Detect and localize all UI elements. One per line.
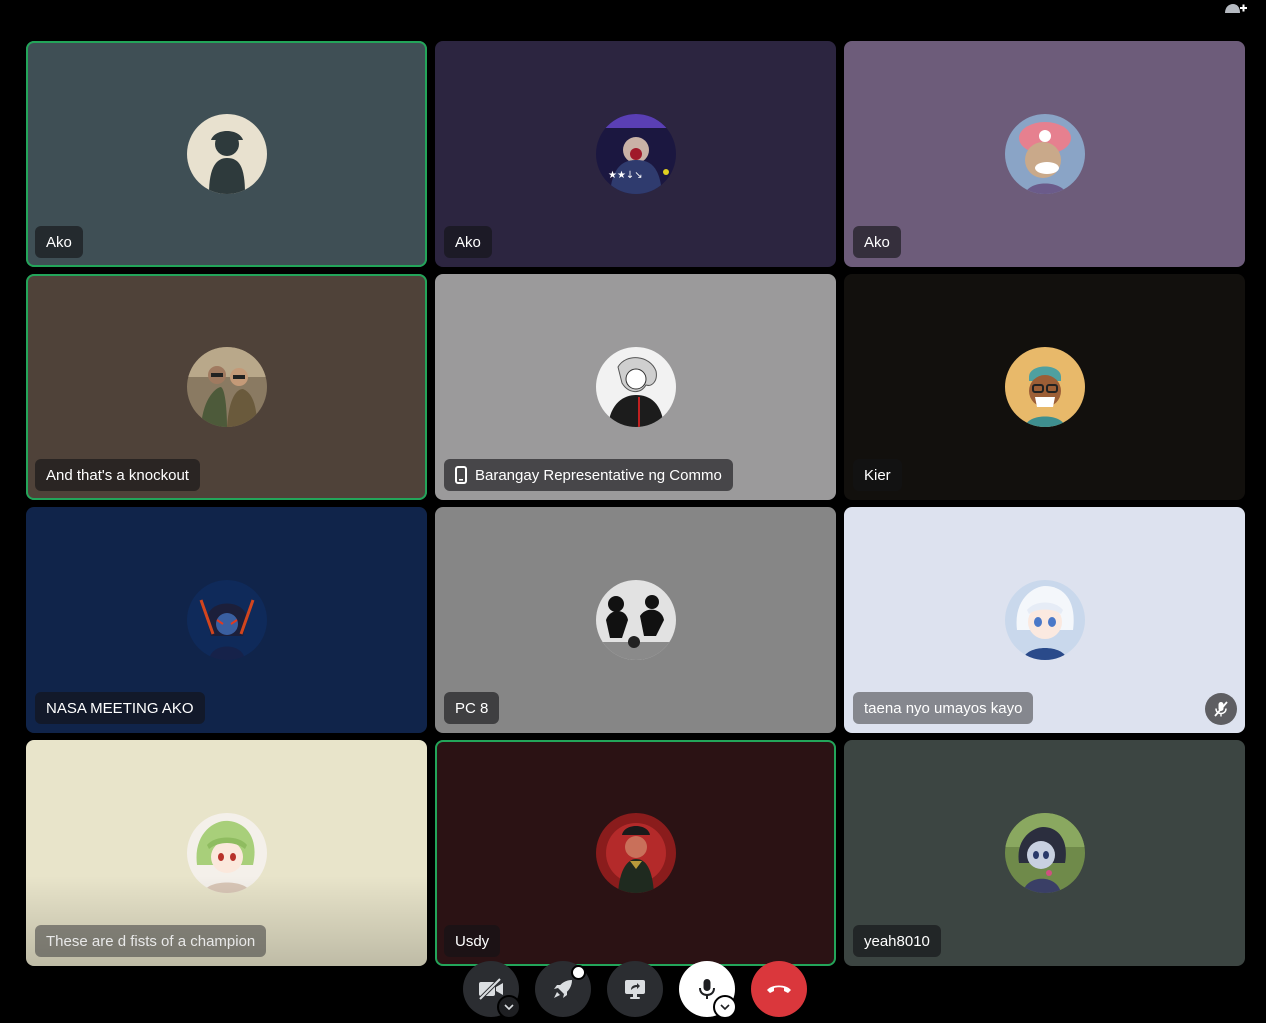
- activities-button[interactable]: [535, 961, 591, 1017]
- participant-name: taena nyo umayos kayo: [864, 699, 1023, 717]
- participant-name-tag: Ako: [35, 226, 83, 258]
- chevron-down-icon[interactable]: [497, 995, 521, 1019]
- participant-name-tag: taena nyo umayos kayo: [853, 692, 1034, 724]
- avatar-red-character: [595, 813, 676, 893]
- participant-grid: Ako ★★↓↘ Ako Ako And that's a knockout B…: [26, 41, 1245, 966]
- hang-up-icon: [767, 985, 791, 993]
- avatar-black-white: [595, 580, 676, 660]
- microphone-button[interactable]: [679, 961, 737, 1019]
- rocket-icon: [554, 980, 572, 998]
- mobile-phone-icon: [455, 466, 467, 484]
- avatar-silhouette: [186, 114, 267, 194]
- participant-tile[interactable]: Usdy: [435, 740, 836, 966]
- participant-name-tag: Barangay Representative ng Commo: [444, 459, 733, 491]
- participant-name: Kier: [864, 466, 891, 484]
- avatar-group-photo: [186, 347, 267, 427]
- participant-name: yeah8010: [864, 932, 930, 950]
- participant-name: PC 8: [455, 699, 489, 717]
- participant-tile[interactable]: ★★↓↘ Ako: [435, 41, 836, 267]
- participant-name-tag: Kier: [853, 459, 902, 491]
- chevron-down-icon[interactable]: [713, 995, 737, 1019]
- participant-name-tag: yeah8010: [853, 925, 941, 957]
- disconnect-button[interactable]: [751, 961, 807, 1017]
- camera-off-icon: [478, 978, 503, 1000]
- avatar-blue-character: [186, 580, 267, 660]
- participant-name: And that's a knockout: [46, 466, 189, 484]
- muted-microphone-icon: [1205, 693, 1237, 725]
- screen-share-icon: [625, 980, 645, 999]
- microphone-icon: [699, 979, 715, 999]
- participant-name: These are d fists of a champion: [46, 932, 256, 950]
- svg-text:★★↓↘: ★★↓↘: [608, 170, 643, 181]
- participant-tile[interactable]: Ako: [844, 41, 1245, 267]
- participant-tile[interactable]: NASA MEETING AKO: [26, 507, 427, 733]
- participant-name-tag: PC 8: [444, 692, 500, 724]
- share-screen-button[interactable]: [607, 961, 663, 1017]
- participant-name-tag: Usdy: [444, 925, 501, 957]
- participant-name: NASA MEETING AKO: [46, 699, 194, 717]
- participant-name-tag: Ako: [853, 226, 901, 258]
- avatar-anime-white-hair: [1004, 580, 1085, 660]
- participant-tile[interactable]: Ako: [26, 41, 427, 267]
- participant-tile[interactable]: And that's a knockout: [26, 274, 427, 500]
- participant-tile[interactable]: PC 8: [435, 507, 836, 733]
- call-controls: [463, 961, 807, 1019]
- participant-tile[interactable]: taena nyo umayos kayo: [844, 507, 1245, 733]
- participant-name-tag: These are d fists of a champion: [35, 925, 267, 957]
- participant-name-tag: Ako: [444, 226, 492, 258]
- add-user-icon[interactable]: [1222, 0, 1248, 16]
- camera-off-button[interactable]: [463, 961, 521, 1019]
- avatar-anime-green-hair: [186, 813, 267, 893]
- participant-tile[interactable]: Kier: [844, 274, 1245, 500]
- avatar-pink-hat: [1004, 114, 1085, 194]
- participant-name: Ako: [455, 233, 481, 251]
- notification-dot: [571, 965, 586, 980]
- avatar-dark-character: ★★↓↘: [595, 114, 676, 194]
- avatar-plush-doll: [1004, 813, 1085, 893]
- participant-tile[interactable]: Barangay Representative ng Commo: [435, 274, 836, 500]
- avatar-sketch: [595, 347, 676, 427]
- participant-name: Ako: [46, 233, 72, 251]
- participant-tile[interactable]: yeah8010: [844, 740, 1245, 966]
- avatar-cartoon-face: [1004, 347, 1085, 427]
- participant-name: Ako: [864, 233, 890, 251]
- participant-name: Usdy: [455, 932, 490, 950]
- participant-name-tag: And that's a knockout: [35, 459, 200, 491]
- participant-tile[interactable]: These are d fists of a champion: [26, 740, 427, 966]
- participant-name: Barangay Representative ng Commo: [475, 466, 722, 484]
- participant-name-tag: NASA MEETING AKO: [35, 692, 205, 724]
